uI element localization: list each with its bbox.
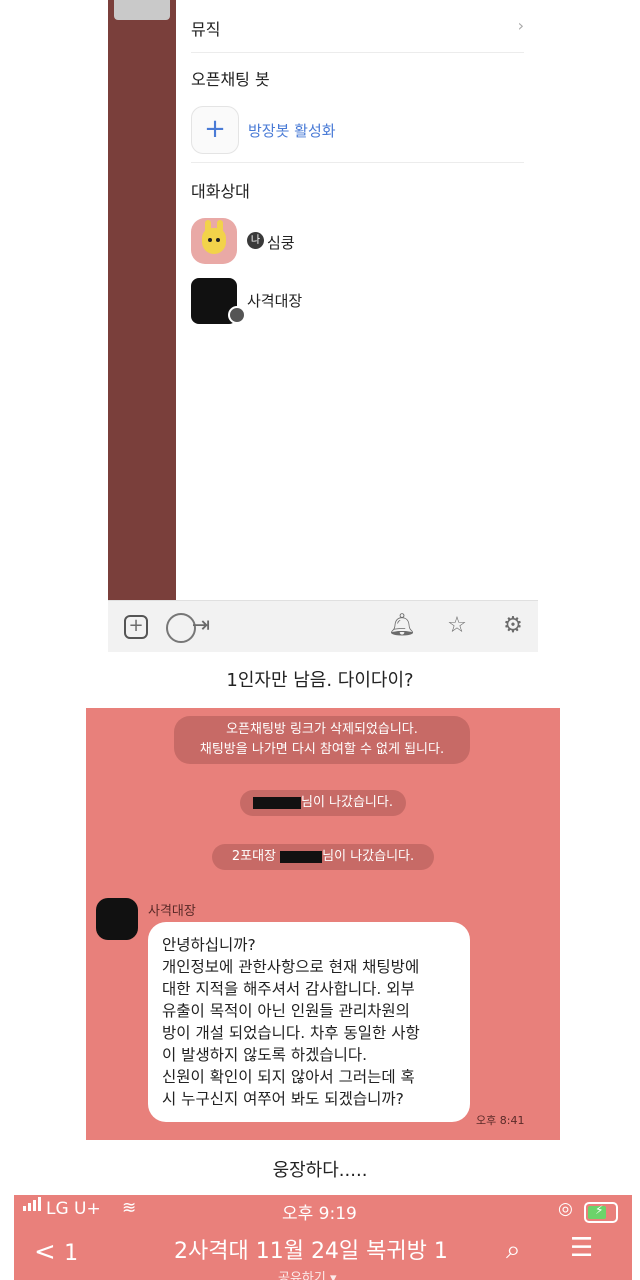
message-line: 개인정보에 관한사항으로 현재 채팅방에 — [162, 958, 420, 976]
message-line: 방이 개설 되었습니다. 차후 동일한 사항 — [162, 1024, 420, 1042]
drawer-item-music[interactable]: 뮤직 › — [191, 16, 524, 40]
divider — [191, 52, 524, 53]
chat-drawer-screenshot: 뮤직 › 오픈채팅 봇 + 방장봇 활성화 대화상대 나 심쿵 사격대장 + ⇥… — [108, 0, 538, 652]
message-time: 오후 8:41 — [476, 1114, 525, 1127]
back-count: 1 — [64, 1241, 79, 1266]
wifi-icon: ≋ — [122, 1198, 137, 1218]
drawer-footer: + ⇥ 🔔︎ ☆ ⚙ — [108, 600, 538, 652]
message-line: 대한 지적을 해주셔서 감사합니다. 외부 — [162, 980, 415, 998]
battery-icon: ⚡ — [584, 1202, 618, 1223]
system-text: 2포대장 — [231, 849, 276, 864]
bell-icon[interactable]: 🔔︎ — [388, 613, 416, 639]
share-subtitle[interactable]: 공유하기 ▾ — [278, 1267, 337, 1280]
message-line: 유출이 목적이 아닌 인원들 관리차원의 — [162, 1002, 410, 1020]
exit-icon[interactable]: ⇥ — [188, 613, 214, 639]
back-button[interactable]: < 1 — [34, 1237, 78, 1267]
caption: 웅장하다..... — [272, 1160, 368, 1181]
message-line: 안녕하십니까? — [162, 936, 256, 954]
system-text: 님이 나갔습니다. — [322, 849, 415, 864]
add-bot-button[interactable]: + — [191, 106, 239, 154]
message-line: 이 발생하지 않도록 하겠습니다. — [162, 1046, 368, 1064]
rotation-lock-icon: ◎ — [558, 1199, 573, 1219]
system-message: 님이 나갔습니다. — [240, 790, 406, 816]
system-text: 오픈채팅방 링크가 삭제되었습니다. — [226, 722, 418, 737]
chat-drawer: 뮤직 › 오픈채팅 봇 + 방장봇 활성화 대화상대 나 심쿵 사격대장 — [176, 0, 538, 600]
avatar[interactable] — [96, 898, 138, 940]
divider — [191, 162, 524, 163]
message-bubble[interactable]: 안녕하십니까? 개인정보에 관한사항으로 현재 채팅방에 대한 지적을 해주셔서… — [148, 922, 470, 1122]
redaction — [253, 796, 301, 809]
chatroom-header-screenshot: LG U+ ≋ 오후 9:19 ◎ ⚡ < 1 2사격대 11월 24일 복귀방… — [14, 1195, 632, 1280]
gear-icon[interactable]: ⚙ — [500, 613, 526, 639]
system-text: 님이 나갔습니다. — [301, 795, 393, 810]
participant-name[interactable]: 심쿵 — [267, 232, 295, 253]
participant-name[interactable]: 사격대장 — [247, 290, 302, 311]
redaction — [280, 850, 323, 863]
avatar[interactable] — [191, 218, 237, 264]
star-icon[interactable]: ☆ — [444, 613, 470, 639]
status-badge — [228, 306, 246, 324]
menu-icon[interactable]: ☰ — [570, 1233, 593, 1263]
participants-heading: 대화상대 — [191, 182, 250, 201]
status-clock: 오후 9:19 — [282, 1204, 357, 1224]
add-icon[interactable]: + — [124, 615, 148, 639]
system-text: 채팅방을 나가면 다시 참여할 수 없게 됩니다. — [199, 742, 445, 757]
page-title: 2사격대 11월 24일 복귀방 1 — [174, 1239, 448, 1264]
music-label: 뮤직 — [191, 20, 221, 39]
chat-background-strip — [108, 0, 176, 600]
plus-icon: + — [204, 114, 226, 144]
search-icon[interactable]: ⌕ — [506, 1235, 521, 1266]
me-badge: 나 — [247, 232, 264, 249]
message-line: 신원이 확인이 되지 않아서 그러는데 혹 — [162, 1068, 415, 1086]
openchat-bot-heading: 오픈채팅 봇 — [191, 70, 270, 89]
carrier-label: LG U+ — [46, 1199, 101, 1219]
system-message: 오픈채팅방 링크가 삭제되었습니다. 채팅방을 나가면 다시 참여할 수 없게 … — [174, 716, 470, 764]
message-line: 시 누구신지 여쭈어 봐도 되겠습니까? — [162, 1090, 404, 1108]
sender-name: 사격대장 — [148, 904, 196, 919]
add-bot-label[interactable]: 방장봇 활성화 — [248, 120, 336, 141]
strip-tab — [114, 0, 170, 20]
chat-screenshot: 오픈채팅방 링크가 삭제되었습니다. 채팅방을 나가면 다시 참여할 수 없게 … — [86, 708, 560, 1140]
caption: 1인자만 남음. 다이다이? — [226, 670, 414, 691]
chevron-right-icon: › — [517, 16, 524, 35]
chevron-left-icon: < — [34, 1237, 56, 1267]
system-message: 2포대장 님이 나갔습니다. — [212, 844, 434, 870]
